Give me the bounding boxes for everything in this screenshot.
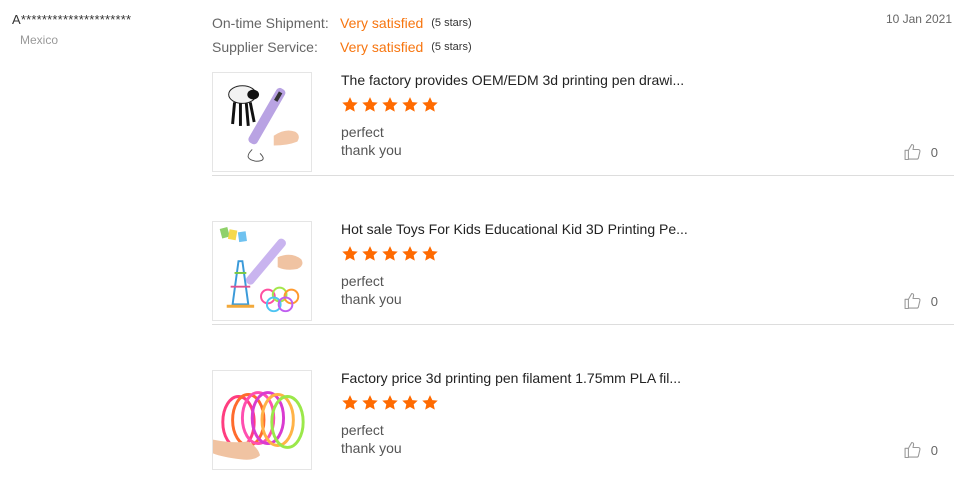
rating-value: Very satisfied <box>340 15 424 31</box>
star-icon <box>402 97 418 112</box>
rating-value: Very satisfied <box>340 39 424 55</box>
star-icon <box>362 395 378 410</box>
3d-pen-sheep-thumbnail <box>228 85 299 162</box>
rating-label: Supplier Service: <box>212 39 318 55</box>
thumbs-up-icon <box>904 292 921 310</box>
review-item: Hot sale Toys For Kids Educational Kid 3… <box>212 221 954 325</box>
rating-shipment: On-time Shipment: Very satisfied (5 star… <box>212 11 472 35</box>
product-title-link[interactable]: Hot sale Toys For Kids Educational Kid 3… <box>341 221 688 237</box>
review-comment-line: perfect <box>341 124 384 140</box>
star-icon <box>362 246 378 261</box>
star-icon <box>382 97 398 112</box>
thumbs-up-icon <box>904 143 921 161</box>
star-icon <box>402 246 418 261</box>
reviewer-country: Mexico <box>20 33 59 47</box>
rating-stars-text: (5 stars) <box>431 17 472 29</box>
star-icon <box>422 246 438 261</box>
star-icon <box>382 246 398 261</box>
like-count: 0 <box>930 293 938 309</box>
review-item: Factory price 3d printing pen filament 1… <box>212 370 954 473</box>
filament-coils-thumbnail <box>213 391 305 460</box>
like-button[interactable]: 0 <box>903 291 938 311</box>
review-item: The factory provides OEM/EDM 3d printing… <box>212 72 954 176</box>
product-thumbnail[interactable] <box>212 370 312 470</box>
product-thumbnail[interactable] <box>212 221 312 321</box>
star-icon <box>342 395 358 410</box>
product-title-link[interactable]: The factory provides OEM/EDM 3d printing… <box>341 72 684 88</box>
review-comment-line: thank you <box>341 291 402 307</box>
star-icon <box>382 395 398 410</box>
review-comment-line: perfect <box>341 422 384 438</box>
star-icon <box>342 246 358 261</box>
rating-service: Supplier Service: Very satisfied (5 star… <box>212 35 472 59</box>
star-icon <box>362 97 378 112</box>
review-date: 10 Jan 2021 <box>885 12 952 26</box>
star-icon <box>422 97 438 112</box>
star-icon <box>402 395 418 410</box>
thumbs-up-icon <box>904 441 921 459</box>
star-rating <box>341 394 439 412</box>
product-thumbnail[interactable] <box>212 72 312 172</box>
like-count: 0 <box>930 144 938 160</box>
like-button[interactable]: 0 <box>903 440 938 460</box>
rating-label: On-time Shipment: <box>212 15 329 31</box>
3d-pen-eiffel-thumbnail <box>219 227 303 313</box>
reviewer-info: A********************* Mexico <box>12 12 192 47</box>
rating-stars-text: (5 stars) <box>431 41 472 53</box>
review-comment-line: thank you <box>341 142 402 158</box>
reviewer-name: A********************* <box>12 12 132 27</box>
product-title-link[interactable]: Factory price 3d printing pen filament 1… <box>341 370 681 386</box>
supplier-ratings: On-time Shipment: Very satisfied (5 star… <box>212 11 472 59</box>
review-comment-line: thank you <box>341 440 402 456</box>
star-icon <box>422 395 438 410</box>
star-icon <box>342 97 358 112</box>
like-count: 0 <box>930 442 938 458</box>
star-rating <box>341 245 439 263</box>
like-button[interactable]: 0 <box>903 142 938 162</box>
star-rating <box>341 96 439 114</box>
review-comment-line: perfect <box>341 273 384 289</box>
